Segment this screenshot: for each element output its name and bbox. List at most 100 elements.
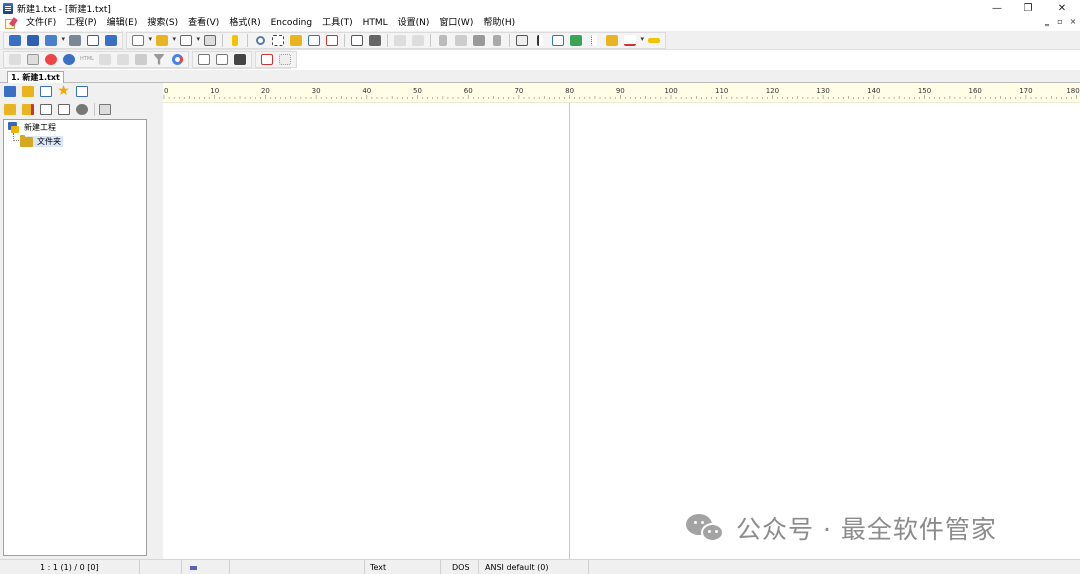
project-settings-tools-icon[interactable] <box>97 102 112 116</box>
tree-node-project[interactable]: 新建工程 <box>8 122 56 133</box>
text-cursor-icon[interactable] <box>227 33 243 48</box>
open-project-icon[interactable] <box>7 33 23 48</box>
sort-icon[interactable] <box>514 33 530 48</box>
restore-button[interactable]: ❐ <box>1011 0 1045 16</box>
record-macro-icon[interactable] <box>259 52 275 67</box>
doc-close-button[interactable]: × <box>1066 17 1080 26</box>
open-folder-icon[interactable] <box>20 84 35 98</box>
project-toolbar-bottom <box>2 101 115 117</box>
column-mode-icon[interactable] <box>324 33 340 48</box>
add-file-icon[interactable] <box>38 102 53 116</box>
project-view-icon[interactable] <box>2 84 17 98</box>
print-icon[interactable] <box>367 33 383 48</box>
pin-icon[interactable] <box>646 33 662 48</box>
spell-check-icon[interactable] <box>568 33 584 48</box>
menu-search[interactable]: 搜索(S) <box>142 16 183 31</box>
save-file-icon[interactable] <box>178 33 200 48</box>
project-files-icon[interactable] <box>67 33 83 48</box>
menu-file[interactable]: 文件(F) <box>21 16 61 31</box>
window-title: 新建1.txt - [新建1.txt] <box>17 4 111 15</box>
play-macro-icon[interactable] <box>277 52 293 67</box>
menu-tools[interactable]: 工具(T) <box>317 16 358 31</box>
find-icon[interactable] <box>252 33 268 48</box>
panel-splitter[interactable] <box>151 83 163 559</box>
doc-restore-button[interactable]: ▫ <box>1053 17 1067 26</box>
toolbar-separator <box>430 33 431 47</box>
print-preview-icon[interactable] <box>349 33 365 48</box>
google-icon[interactable] <box>169 52 185 67</box>
save-project-icon[interactable] <box>25 33 41 48</box>
favorites-star-icon[interactable]: ★ <box>56 84 71 98</box>
doc-minimize-button[interactable]: ‗ <box>1040 17 1054 26</box>
spelling-icon[interactable] <box>622 33 644 48</box>
text-editor[interactable] <box>163 103 1080 559</box>
tab-new1-txt[interactable]: 1. 新建1.txt <box>7 71 64 83</box>
project-toolbar-top: ★ <box>2 83 92 99</box>
open-file-icon[interactable] <box>154 33 176 48</box>
tree-node-label: 新建工程 <box>24 123 56 132</box>
ruler-label: 180 <box>1066 87 1079 95</box>
cut-icon[interactable] <box>435 33 451 48</box>
app-icon <box>3 2 13 14</box>
web-globe-icon[interactable] <box>61 52 77 67</box>
ruler-label: 70 <box>514 87 523 95</box>
title-bar: 新建1.txt - [新建1.txt] — ❐ ✕ <box>0 0 1080 16</box>
project-settings-icon[interactable] <box>103 33 119 48</box>
ruler-label: 150 <box>918 87 931 95</box>
undo-icon[interactable] <box>392 33 408 48</box>
css-style-icon[interactable] <box>97 52 113 67</box>
compile-icon[interactable] <box>214 52 230 67</box>
outline-icon[interactable] <box>25 52 41 67</box>
minimize-button[interactable]: — <box>980 0 1014 16</box>
remove-folder-icon[interactable] <box>20 102 35 116</box>
info-icon[interactable] <box>74 102 89 116</box>
add-folder-icon[interactable] <box>2 102 17 116</box>
run-icon[interactable] <box>196 52 212 67</box>
close-button[interactable]: ✕ <box>1045 0 1079 16</box>
menu-settings[interactable]: 设置(N) <box>393 16 435 31</box>
status-encoding[interactable]: ANSI default (0) <box>479 560 589 574</box>
tree-node-label: 文件夹 <box>37 137 61 146</box>
toolbar-separator <box>387 33 388 47</box>
find-in-files-icon[interactable] <box>288 33 304 48</box>
indent-icon[interactable] <box>7 52 23 67</box>
ruler-label: 120 <box>766 87 779 95</box>
word-wrap-icon[interactable] <box>550 33 566 48</box>
tag-icon[interactable] <box>115 52 131 67</box>
menu-edit[interactable]: 编辑(E) <box>102 16 143 31</box>
recent-project-icon[interactable] <box>43 33 65 48</box>
tree-node-folder[interactable]: 文件夹 <box>20 134 63 147</box>
menu-encoding[interactable]: Encoding <box>266 16 317 31</box>
save-all-icon[interactable] <box>202 33 218 48</box>
validate-icon[interactable] <box>133 52 149 67</box>
delete-icon[interactable] <box>489 33 505 48</box>
function-list-icon[interactable] <box>604 33 620 48</box>
replace-icon[interactable] <box>270 33 286 48</box>
status-bookmark-icon[interactable] <box>182 560 230 574</box>
copy-icon[interactable] <box>453 33 469 48</box>
menu-project[interactable]: 工程(P) <box>61 16 101 31</box>
terminal-icon[interactable] <box>232 52 248 67</box>
paste-icon[interactable] <box>471 33 487 48</box>
menu-format[interactable]: 格式(R) <box>224 16 265 31</box>
filter-icon[interactable] <box>151 52 167 67</box>
menu-html[interactable]: HTML <box>358 16 393 31</box>
status-line-ending[interactable]: DOS <box>441 560 479 574</box>
menu-view[interactable]: 查看(V) <box>183 16 224 31</box>
add-active-file-icon[interactable] <box>56 102 71 116</box>
ruler-label: 170 <box>1019 87 1032 95</box>
menu-window[interactable]: 窗口(W) <box>434 16 478 31</box>
pilcrow-icon[interactable] <box>532 33 548 48</box>
workspace-icon[interactable] <box>85 33 101 48</box>
browser-icon[interactable] <box>43 52 59 67</box>
new-file-icon[interactable] <box>130 33 152 48</box>
line-numbers-icon[interactable] <box>586 33 602 48</box>
window-list-icon[interactable] <box>74 84 89 98</box>
list-view-icon[interactable] <box>38 84 53 98</box>
status-file-mode[interactable]: Text <box>365 560 441 574</box>
html-tidy-icon[interactable]: HTML <box>79 52 95 67</box>
redo-icon[interactable] <box>410 33 426 48</box>
watermark: 公众号 · 最全软件管家 <box>686 510 997 546</box>
brace-match-icon[interactable] <box>306 33 322 48</box>
menu-help[interactable]: 帮助(H) <box>478 16 520 31</box>
